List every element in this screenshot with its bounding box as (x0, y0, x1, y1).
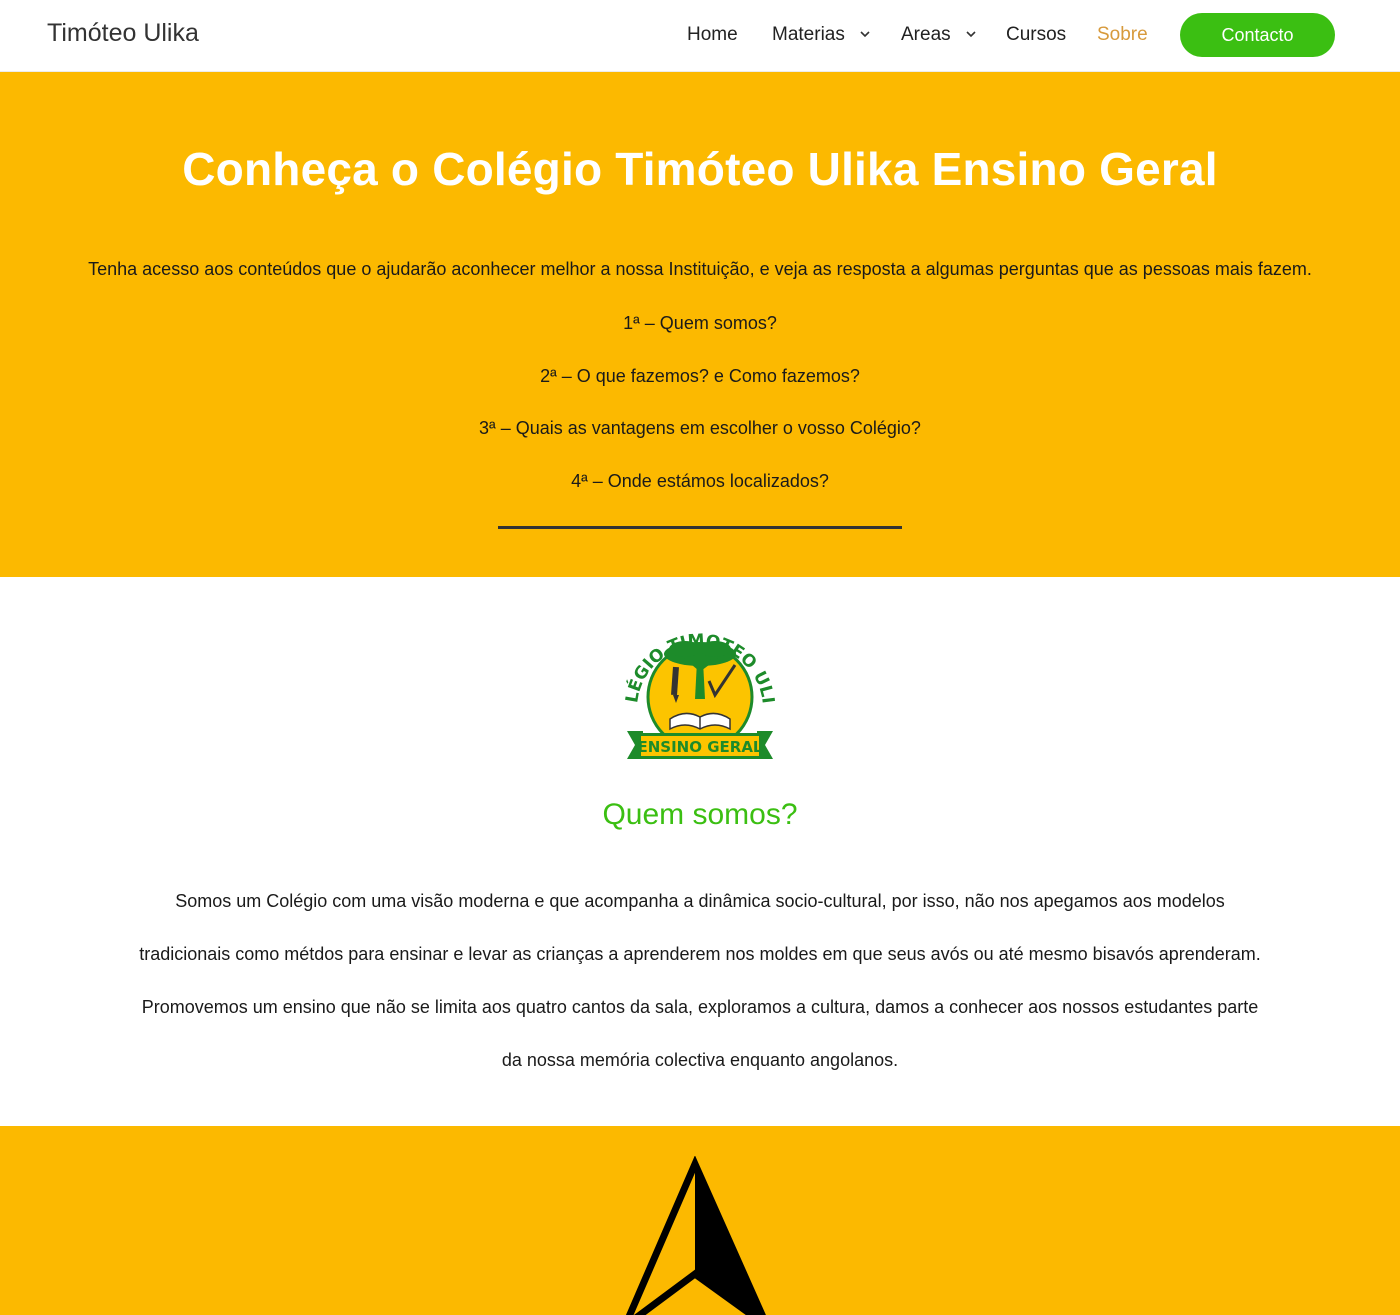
nav-item-label: Sobre (1097, 24, 1148, 45)
school-logo: COLÉGIO TIMOTEO ULIKA ENSINO GERAL (608, 594, 785, 769)
nav-item-sobre[interactable]: Sobre (1097, 24, 1148, 46)
hero-question: 3ª – Quais as vantagens em escolher o vo… (479, 418, 921, 438)
nav-item-label: Areas (901, 24, 951, 46)
about-paragraph-line: Promovemos um ensino que não se limita a… (141, 997, 1259, 1017)
hero-divider (498, 526, 902, 529)
hero-question: 4ª – Onde estámos localizados? (571, 471, 829, 491)
hero-section: Conheça o Colégio Timóteo Ulika Ensino G… (0, 72, 1400, 577)
navigation-arrow-icon (615, 1155, 785, 1315)
chevron-down-icon (860, 22, 870, 44)
about-paragraph-line: tradicionais como métdos para ensinar e … (139, 944, 1261, 964)
location-section (0, 1126, 1400, 1315)
hero-question: 2ª – O que fazemos? e Como fazemos? (540, 366, 860, 386)
contact-button[interactable]: Contacto (1180, 13, 1335, 57)
nav-item-areas[interactable]: Areas (901, 24, 976, 46)
chevron-down-icon (966, 22, 976, 44)
site-header: Timóteo Ulika Home Materias Areas Cursos… (0, 0, 1400, 72)
section-title-quem-somos: Quem somos? (602, 798, 798, 831)
nav-item-label: Materias (772, 24, 845, 46)
about-paragraph-line: da nossa memória colectiva enquanto ango… (501, 1050, 899, 1070)
logo-ribbon-text: ENSINO GERAL (638, 738, 763, 756)
hero-question: 1ª – Quem somos? (623, 313, 777, 333)
nav-item-label: Home (687, 24, 738, 45)
nav-item-cursos[interactable]: Cursos (1006, 24, 1066, 46)
hero-intro: Tenha acesso aos conteúdos que o ajudarã… (88, 259, 1312, 279)
hero-title: Conheça o Colégio Timóteo Ulika Ensino G… (182, 143, 1218, 195)
nav-item-label: Cursos (1006, 24, 1067, 45)
nav-item-home[interactable]: Home (687, 24, 738, 46)
about-paragraph-line: Somos um Colégio com uma visão moderna e… (175, 891, 1225, 911)
nav-item-materias[interactable]: Materias (772, 24, 870, 46)
